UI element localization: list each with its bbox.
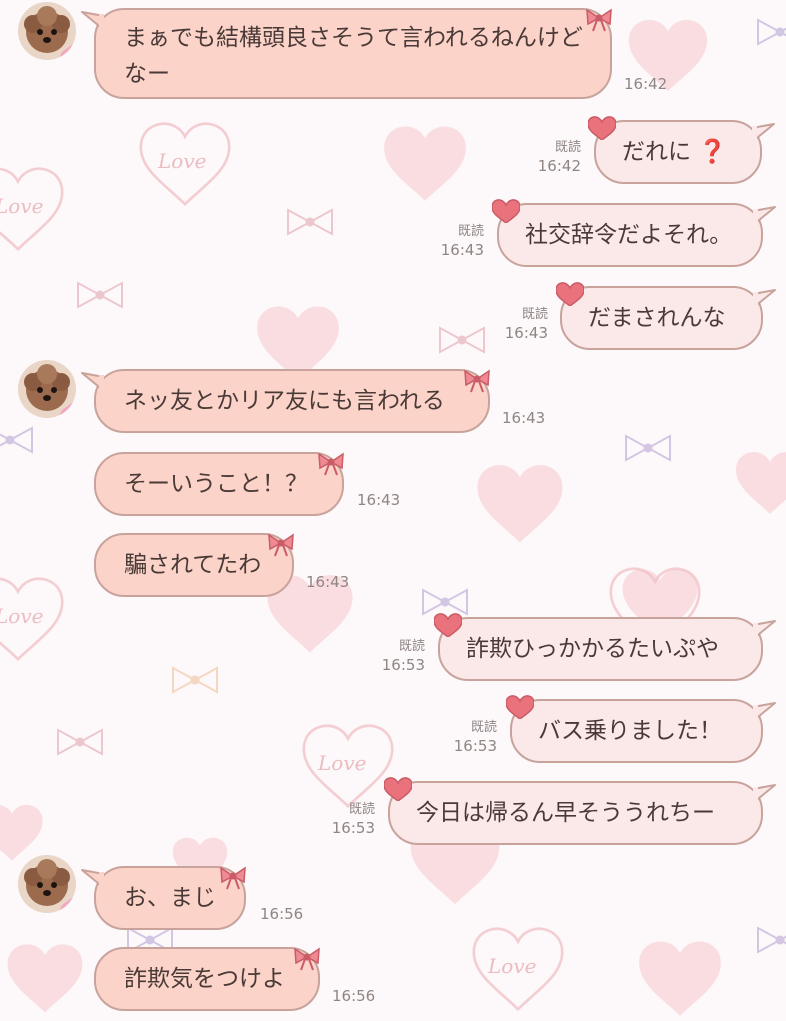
read-receipt: 既読 — [348, 802, 375, 817]
bubble-tail — [81, 11, 104, 32]
message-text: だれに — [622, 139, 691, 165]
outgoing-message-bubble[interactable]: 社交辞令だよそれ。 — [497, 203, 763, 267]
heart-sticker-icon — [384, 777, 412, 801]
outgoing-message-bubble[interactable]: 詐欺ひっかかるたいぷや — [438, 617, 763, 681]
message-text: 騙されてたわ — [124, 552, 262, 578]
read-receipt: 既読 — [521, 307, 548, 322]
message-time: 16:53 — [331, 819, 375, 837]
poodle-avatar-icon — [18, 360, 76, 418]
message-time: 16:43 — [502, 409, 546, 427]
heart-sticker-icon — [506, 695, 534, 719]
message-time: 16:43 — [504, 324, 548, 342]
poodle-avatar-icon — [18, 2, 76, 60]
bubble-tail — [753, 702, 776, 723]
incoming-message-bubble[interactable]: 騙されてたわ — [94, 533, 294, 597]
contact-avatar[interactable] — [18, 855, 76, 913]
message-time: 16:53 — [381, 656, 425, 674]
message-time: 16:42 — [537, 157, 581, 175]
message-time: 16:43 — [306, 573, 350, 591]
outgoing-message-bubble[interactable]: 今日は帰るん早そううれちー — [388, 781, 763, 845]
read-receipt: 既読 — [457, 224, 484, 239]
ribbon-bow-icon — [294, 947, 320, 971]
heart-sticker-icon — [434, 613, 462, 637]
poodle-avatar-icon — [18, 855, 76, 913]
outgoing-message-bubble[interactable]: だまされんな — [560, 286, 763, 350]
read-receipt: 既読 — [398, 639, 425, 654]
message-time: 16:56 — [332, 987, 376, 1005]
bubble-tail — [752, 123, 775, 144]
outgoing-message-bubble[interactable]: だれに ❓ — [594, 120, 762, 184]
incoming-message-bubble[interactable]: まぁでも結構頭良さそうて言われるねんけどなー — [94, 8, 612, 99]
read-receipt: 既読 — [470, 720, 497, 735]
ribbon-bow-icon — [220, 866, 246, 890]
message-meta: 既読 16:43 — [441, 222, 484, 260]
message-meta: 既読 16:43 — [505, 305, 548, 343]
ribbon-bow-icon — [268, 533, 294, 557]
message-meta: 既読 16:53 — [454, 718, 497, 756]
message-meta: 既読 16:53 — [382, 637, 425, 675]
message-text: だまされんな — [588, 305, 726, 331]
bubble-tail — [753, 206, 776, 227]
heart-sticker-icon — [556, 282, 584, 306]
bubble-tail — [81, 869, 104, 890]
message-text: 詐欺ひっかかるたいぷや — [466, 636, 719, 662]
message-time: 16:42 — [624, 75, 668, 93]
ribbon-bow-icon — [586, 8, 612, 32]
contact-avatar[interactable] — [18, 2, 76, 60]
message-text: バス乗りました！ — [538, 718, 722, 744]
message-meta: 既読 16:42 — [538, 138, 581, 176]
bubble-tail — [81, 372, 104, 393]
outgoing-message-bubble[interactable]: バス乗りました！ — [510, 699, 763, 763]
message-text: 詐欺気をつけよ — [124, 966, 285, 992]
message-time: 16:53 — [453, 737, 497, 755]
incoming-message-bubble[interactable]: ネッ友とかリア友にも言われる — [94, 369, 490, 433]
message-text: 社交辞令だよそれ。 — [525, 222, 733, 248]
message-text: ネッ友とかリア友にも言われる — [124, 388, 445, 414]
question-mark-emoji: ❓ — [698, 139, 727, 165]
chat-thread[interactable]: まぁでも結構頭良さそうて言われるねんけどなー 16:42 既読 16:42 だれ… — [0, 0, 786, 1021]
message-text: そーいうこと！？ — [124, 471, 308, 497]
heart-sticker-icon — [588, 116, 616, 140]
message-time: 16:43 — [357, 491, 401, 509]
ribbon-bow-icon — [318, 452, 344, 476]
bubble-tail — [753, 620, 776, 641]
message-time: 16:43 — [440, 241, 484, 259]
heart-sticker-icon — [492, 199, 520, 223]
bubble-tail — [753, 289, 776, 310]
message-meta: 既読 16:53 — [332, 800, 375, 838]
message-time: 16:56 — [260, 905, 304, 923]
message-text: 今日は帰るん早そううれちー — [416, 800, 715, 826]
ribbon-bow-icon — [464, 369, 490, 393]
bubble-tail — [753, 784, 776, 805]
message-text: お、まじ — [124, 885, 216, 911]
message-text: まぁでも結構頭良さそうて言われるねんけどなー — [124, 25, 583, 87]
incoming-message-bubble[interactable]: 詐欺気をつけよ — [94, 947, 320, 1011]
contact-avatar[interactable] — [18, 360, 76, 418]
read-receipt: 既読 — [554, 140, 581, 155]
incoming-message-bubble[interactable]: そーいうこと！？ — [94, 452, 344, 516]
